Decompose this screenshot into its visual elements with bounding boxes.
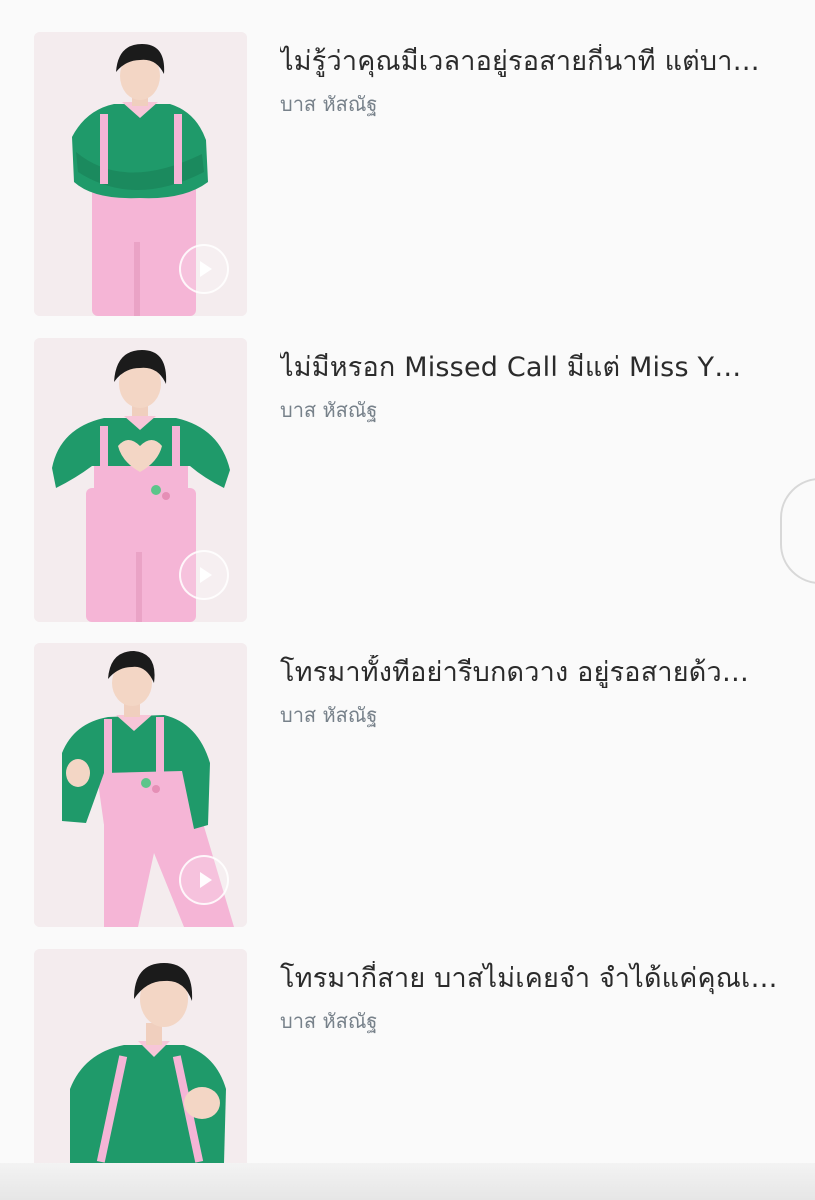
play-button[interactable] [179, 855, 229, 905]
track-item[interactable]: ไม่มีหรอก Missed Call มีแต่ Miss Y… บาส … [34, 338, 794, 622]
bottom-edge [0, 1163, 815, 1200]
play-icon [200, 872, 212, 888]
track-artist[interactable]: บาส หัสณัฐ [280, 1007, 760, 1035]
track-item[interactable]: ไม่รู้ว่าคุณมีเวลาอยู่รอสายกี่นาที แต่บา… [34, 32, 794, 316]
track-list-page: ไม่รู้ว่าคุณมีเวลาอยู่รอสายกี่นาที แต่บา… [0, 0, 815, 1200]
play-icon [200, 261, 212, 277]
track-item[interactable]: โทรมาทั้งทีอย่ารีบกดวาง อยู่รอสายด้ว… บา… [34, 643, 794, 927]
play-button[interactable] [179, 244, 229, 294]
artist-photo [34, 949, 247, 1163]
track-title[interactable]: ไม่มีหรอก Missed Call มีแต่ Miss Y… [280, 350, 780, 386]
track-title[interactable]: ไม่รู้ว่าคุณมีเวลาอยู่รอสายกี่นาที แต่บา… [280, 44, 780, 80]
track-artist[interactable]: บาส หัสณัฐ [280, 701, 760, 729]
track-artist[interactable]: บาส หัสณัฐ [280, 396, 760, 424]
track-title[interactable]: โทรมากี่สาย บาสไม่เคยจำ จำได้แค่คุณเ… [280, 961, 780, 997]
play-button[interactable] [179, 550, 229, 600]
track-thumbnail[interactable] [34, 949, 247, 1163]
track-thumbnail[interactable] [34, 643, 247, 927]
track-artist[interactable]: บาส หัสณัฐ [280, 90, 760, 118]
play-icon [200, 567, 212, 583]
track-thumbnail[interactable] [34, 32, 247, 316]
track-thumbnail[interactable] [34, 338, 247, 622]
track-title[interactable]: โทรมาทั้งทีอย่ารีบกดวาง อยู่รอสายด้ว… [280, 655, 780, 691]
